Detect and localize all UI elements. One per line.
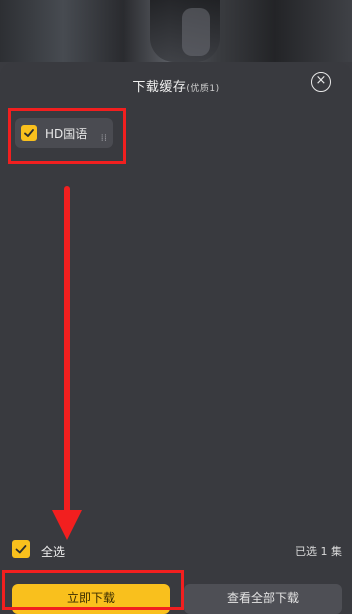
annotation-box-episode bbox=[8, 108, 126, 164]
video-figure-detail bbox=[182, 8, 210, 56]
close-button[interactable]: × bbox=[311, 72, 331, 92]
annotation-arrow-head bbox=[52, 510, 82, 540]
select-all-checkbox[interactable] bbox=[12, 540, 30, 558]
selected-count-text: 已选 1 集 bbox=[295, 545, 342, 558]
select-all-label: 全选 bbox=[41, 545, 66, 559]
close-icon: × bbox=[315, 73, 327, 88]
annotation-box-download-button bbox=[2, 570, 184, 610]
panel-title-quality: (优质1) bbox=[186, 84, 220, 94]
annotation-arrow-shaft bbox=[64, 186, 70, 516]
panel-title-text: 下载缓存 bbox=[132, 80, 187, 95]
view-all-downloads-button[interactable]: 查看全部下载 bbox=[184, 584, 342, 614]
video-player-area bbox=[0, 0, 352, 62]
panel-title: 下载缓存(优质1) bbox=[0, 76, 352, 95]
